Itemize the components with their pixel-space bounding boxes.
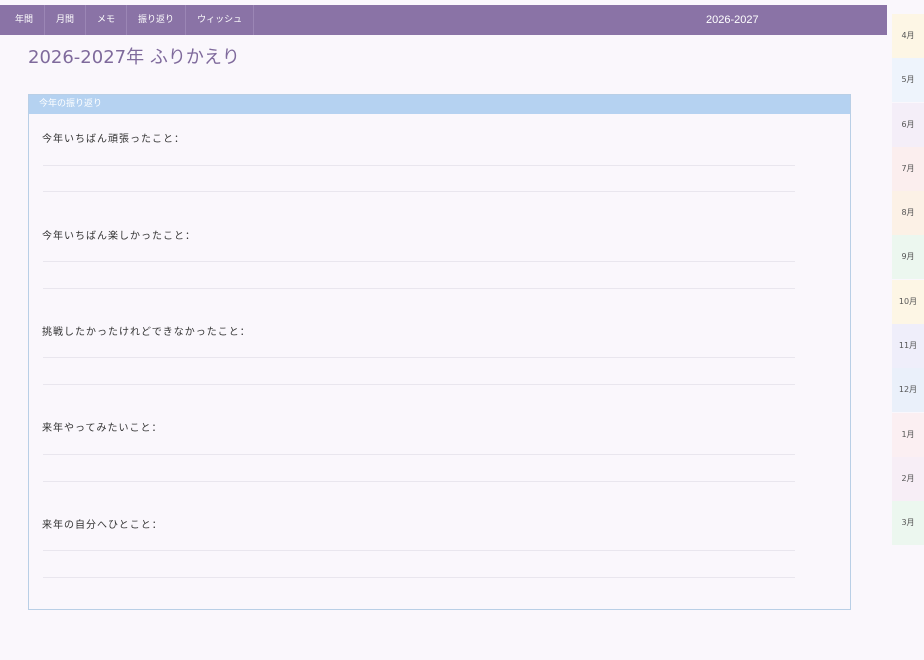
month-tab-mar[interactable]: 3月 xyxy=(892,501,924,546)
page-title: 2026-2027年 ふりかえり xyxy=(28,47,240,68)
nav-tab-wish[interactable]: ウィッシュ xyxy=(186,5,255,35)
month-tab-oct[interactable]: 10月 xyxy=(892,279,924,324)
answer-line[interactable] xyxy=(43,481,795,482)
answer-line[interactable] xyxy=(43,384,795,385)
top-nav-bar: 年間 月間 メモ 振り返り ウィッシュ 2026-2027 xyxy=(0,5,887,35)
month-tab-may[interactable]: 5月 xyxy=(892,58,924,103)
nav-year-label: 2026-2027 xyxy=(706,14,759,26)
answer-line[interactable] xyxy=(43,191,795,192)
question-most-fun: 今年いちばん楽しかったこと： xyxy=(42,231,196,242)
answer-line[interactable] xyxy=(43,288,795,289)
month-tabs: 4月 5月 6月 7月 8月 9月 10月 11月 12月 1月 2月 3月 xyxy=(892,14,924,546)
question-hardest-effort: 今年いちばん頑張ったこと： xyxy=(42,134,185,145)
review-panel: 今年の振り返り 今年いちばん頑張ったこと： 今年いちばん楽しかったこと： 挑戦し… xyxy=(28,94,851,610)
answer-line[interactable] xyxy=(43,165,795,166)
question-message-to-self: 来年の自分へひとこと： xyxy=(42,520,163,531)
nav-tab-memo[interactable]: メモ xyxy=(86,5,128,35)
month-tab-sep[interactable]: 9月 xyxy=(892,235,924,280)
month-tab-feb[interactable]: 2月 xyxy=(892,456,924,501)
month-tab-dec[interactable]: 12月 xyxy=(892,368,924,413)
answer-line[interactable] xyxy=(43,454,795,455)
answer-line[interactable] xyxy=(43,261,795,262)
month-tab-jul[interactable]: 7月 xyxy=(892,146,924,191)
answer-line[interactable] xyxy=(43,357,795,358)
month-tab-apr[interactable]: 4月 xyxy=(892,14,924,58)
nav-tab-monthly[interactable]: 月間 xyxy=(45,5,87,35)
month-tab-nov[interactable]: 11月 xyxy=(892,324,924,369)
answer-line[interactable] xyxy=(43,550,795,551)
month-tab-jan[interactable]: 1月 xyxy=(892,412,924,457)
month-tab-jun[interactable]: 6月 xyxy=(892,102,924,147)
month-tab-aug[interactable]: 8月 xyxy=(892,191,924,236)
nav-tab-review[interactable]: 振り返り xyxy=(127,5,187,35)
question-next-year-goals: 来年やってみたいこと： xyxy=(42,423,163,434)
panel-header: 今年の振り返り xyxy=(29,95,850,114)
answer-line[interactable] xyxy=(43,577,795,578)
nav-tab-yearly[interactable]: 年間 xyxy=(0,5,46,35)
question-could-not-try: 挑戦したかったけれどできなかったこと： xyxy=(42,327,251,338)
